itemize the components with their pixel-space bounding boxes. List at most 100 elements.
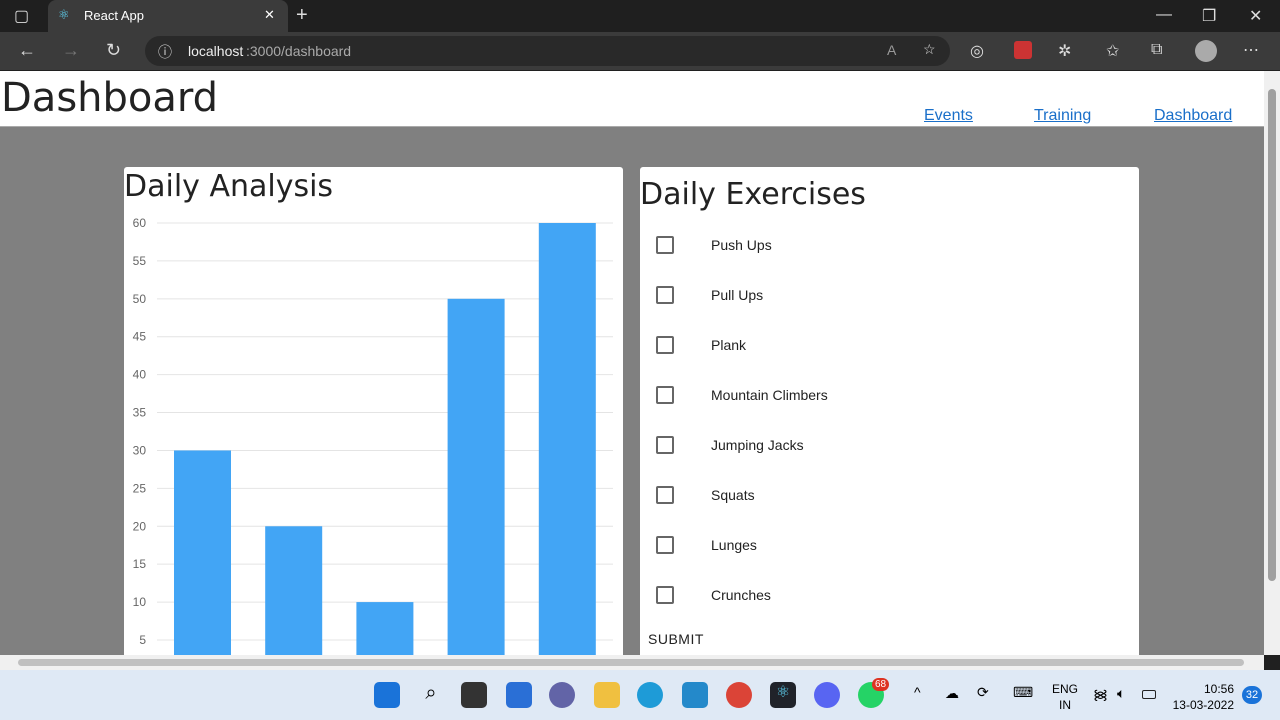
y-tick-label: 30 — [133, 443, 147, 457]
whatsapp-badge: 68 — [872, 678, 890, 691]
file-explorer-icon[interactable] — [594, 682, 620, 708]
exercise-checkbox[interactable] — [656, 536, 674, 554]
profile-avatar[interactable] — [1195, 40, 1217, 62]
vertical-scrollbar[interactable] — [1264, 71, 1280, 655]
y-tick-label: 35 — [133, 406, 147, 420]
tab-bar: ▢ ⚛ React App ✕ + — ❐ ✕ — [0, 0, 1280, 32]
battery-icon[interactable] — [1142, 690, 1156, 699]
widgets-icon[interactable] — [506, 682, 532, 708]
sync-icon[interactable]: ⟳ — [977, 684, 989, 701]
exercise-checkbox[interactable] — [656, 236, 674, 254]
taskbar: ⌕ ⚛ 68 ^ ☁ ⟳ ⌨ ENG IN ᯼ 🔈︎ 10:56 13-03-2… — [0, 670, 1280, 720]
extension-red-icon[interactable] — [1014, 41, 1032, 59]
y-tick-label: 45 — [133, 330, 147, 344]
task-view-icon[interactable] — [461, 682, 487, 708]
bar — [174, 450, 231, 655]
y-tick-label: 10 — [133, 595, 147, 609]
exercise-label: Lunges — [711, 537, 757, 553]
exercises-title: Daily Exercises — [640, 177, 866, 212]
exercise-label: Pull Ups — [711, 287, 764, 303]
exercise-label: Crunches — [711, 587, 771, 603]
bar — [447, 298, 505, 655]
close-tab-icon[interactable]: ✕ — [264, 7, 275, 23]
tab-title: React App — [84, 8, 144, 23]
clock[interactable]: 10:56 13-03-2022 — [1172, 681, 1234, 713]
bar — [265, 526, 323, 655]
search-icon[interactable]: ⌕ — [418, 682, 444, 708]
y-tick-label: 55 — [133, 254, 147, 268]
react-devtools-icon[interactable]: ⚛ — [770, 682, 796, 708]
region: IN — [1059, 698, 1071, 712]
edge-icon[interactable] — [637, 682, 663, 708]
volume-icon[interactable]: 🔈︎ — [1117, 685, 1125, 702]
new-tab-icon[interactable]: + — [296, 4, 308, 27]
minimize-icon[interactable]: — — [1156, 6, 1172, 24]
collections-icon[interactable]: ⧉ — [1151, 41, 1162, 59]
tab-react-app[interactable]: ⚛ React App ✕ — [48, 0, 288, 32]
nav-events[interactable]: Events — [924, 107, 973, 125]
discord-icon[interactable] — [814, 682, 840, 708]
tab-actions-icon[interactable]: ▢ — [14, 6, 29, 26]
exercise-checkbox[interactable] — [656, 386, 674, 404]
time: 10:56 — [1203, 682, 1234, 696]
exercise-checkbox[interactable] — [656, 286, 674, 304]
y-tick-label: 40 — [133, 368, 147, 382]
submit-button[interactable]: SUBMIT — [648, 631, 704, 647]
vscode-icon[interactable] — [682, 682, 708, 708]
language-indicator[interactable]: ENG IN — [1052, 681, 1078, 713]
lang: ENG — [1052, 682, 1079, 696]
read-aloud-icon[interactable]: A — [887, 42, 896, 58]
date: 13-03-2022 — [1172, 698, 1234, 712]
exercise-label: Jumping Jacks — [711, 437, 804, 453]
nav-dashboard[interactable]: Dashboard — [1154, 107, 1232, 125]
horizontal-scrollbar[interactable] — [0, 655, 1264, 670]
extensions-icon[interactable]: ✲ — [1058, 41, 1071, 61]
notification-badge[interactable]: 32 — [1242, 686, 1262, 704]
refresh-icon[interactable]: ↻ — [106, 40, 121, 61]
y-tick-label: 15 — [133, 557, 147, 571]
start-icon[interactable] — [374, 682, 400, 708]
exercise-label: Squats — [711, 487, 755, 503]
url-host: localhost — [188, 43, 244, 59]
exercise-checkbox[interactable] — [656, 336, 674, 354]
react-icon: ⚛ — [58, 7, 70, 22]
address-bar[interactable]: ⓘ localhost :3000/dashboard A ☆ — [145, 36, 950, 66]
more-icon[interactable]: ⋯ — [1243, 40, 1259, 60]
exercises-card: Daily Exercises Push Ups Pull Ups Plank Mou… — [640, 167, 1139, 655]
y-tick-label: 60 — [133, 216, 147, 230]
back-icon[interactable]: ← — [18, 40, 36, 61]
close-window-icon[interactable]: ✕ — [1249, 6, 1262, 26]
info-icon: ⓘ — [158, 44, 172, 60]
restore-icon[interactable]: ❐ — [1202, 6, 1216, 26]
whatsapp-icon[interactable]: 68 — [858, 678, 890, 708]
bar — [356, 602, 414, 655]
forward-icon[interactable]: → — [62, 40, 80, 61]
onedrive-icon[interactable]: ☁ — [945, 685, 959, 702]
y-tick-label: 25 — [133, 481, 147, 495]
y-tick-label: 50 — [133, 292, 147, 306]
page-title: Dashboard — [1, 75, 219, 121]
exercise-checkbox[interactable] — [656, 436, 674, 454]
teams-icon[interactable] — [549, 682, 575, 708]
exercise-checkbox[interactable] — [656, 486, 674, 504]
bar-chart: 5 10 15 20 25 30 35 40 45 50 55 60 — [133, 216, 613, 655]
nav-training[interactable]: Training — [1034, 107, 1091, 125]
chrome-icon[interactable] — [726, 682, 752, 708]
exercise-label: Mountain Climbers — [711, 387, 828, 403]
favorite-icon[interactable]: ☆ — [923, 41, 936, 58]
analysis-card: Daily Analysis 5 10 15 20 25 30 35 40 45 50 55 60 — [124, 167, 623, 655]
exercise-label: Plank — [711, 337, 747, 353]
favorites-icon[interactable]: ✩ — [1106, 41, 1119, 61]
show-hidden-icons[interactable]: ^ — [914, 684, 921, 700]
bar — [538, 223, 596, 655]
page: Dashboard Events Training Dashboard Dail… — [0, 71, 1264, 655]
y-tick-label: 5 — [139, 633, 146, 647]
wifi-icon[interactable]: ᯼ — [1093, 685, 1108, 704]
keyboard-icon[interactable]: ⌨ — [1013, 684, 1033, 701]
header: Dashboard Events Training Dashboard — [0, 71, 1264, 127]
exercise-checkbox[interactable] — [656, 586, 674, 604]
extension-icon[interactable]: ◎ — [970, 41, 984, 61]
y-tick-label: 20 — [133, 519, 147, 533]
exercise-label: Push Ups — [711, 237, 772, 253]
browser-toolbar: ← → ↻ ⓘ localhost :3000/dashboard A ☆ ◎ … — [0, 32, 1280, 70]
